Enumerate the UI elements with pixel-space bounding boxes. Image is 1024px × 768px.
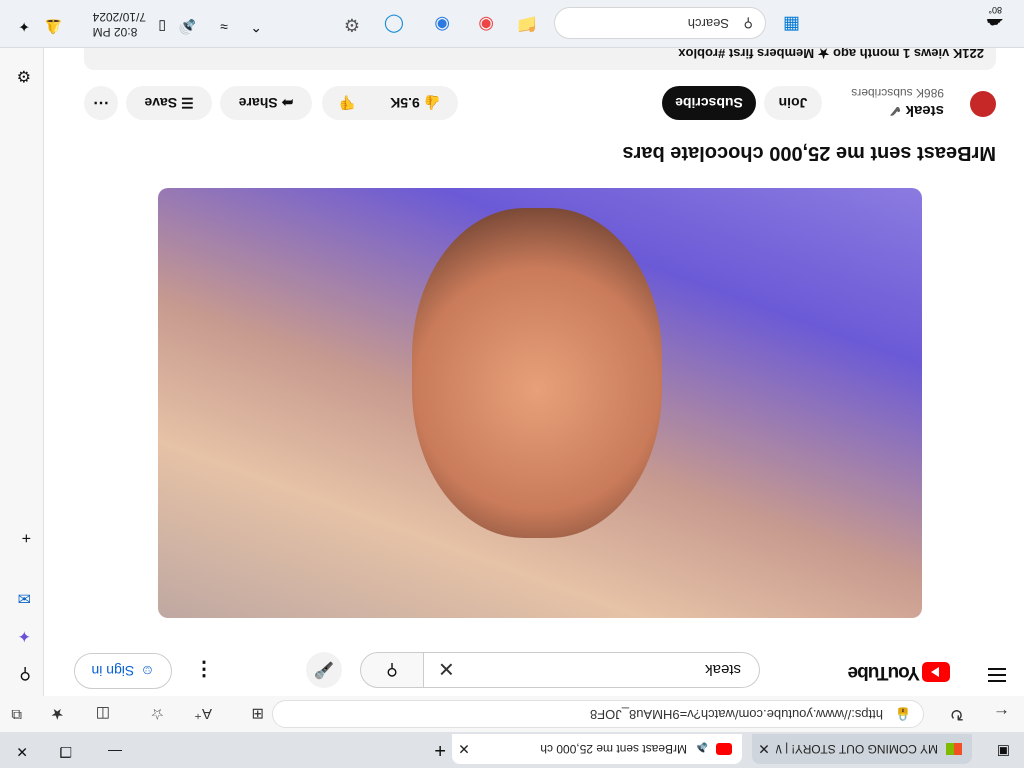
channel-avatar[interactable] bbox=[970, 91, 996, 117]
windows-favicon-icon bbox=[946, 743, 962, 755]
read-aloud-icon[interactable]: A⁺ bbox=[194, 705, 212, 723]
weather-temp: 80° bbox=[988, 5, 1002, 15]
favorites-icon[interactable]: ★ bbox=[51, 705, 64, 723]
edge-sidebar: ⚲ ✦ ✉ + ⚙ bbox=[0, 46, 44, 696]
file-explorer-icon[interactable]: 📁 bbox=[516, 14, 538, 35]
channel-name[interactable]: steak ✔ bbox=[889, 102, 944, 120]
start-windows-icon[interactable]: ▦ bbox=[783, 14, 800, 35]
youtube-favicon-icon bbox=[716, 743, 732, 755]
more-actions-button[interactable]: ⋯ bbox=[84, 86, 118, 120]
lock-icon: 🔒 bbox=[894, 707, 911, 722]
youtube-logo[interactable]: YouTube bbox=[849, 661, 950, 683]
minimize-button[interactable]: — bbox=[108, 744, 122, 760]
search-input[interactable]: steak ✕ bbox=[424, 652, 760, 688]
subscribe-button[interactable]: Subscribe bbox=[662, 86, 756, 120]
join-button[interactable]: Join bbox=[764, 86, 822, 120]
volume-icon[interactable]: 🔊 bbox=[179, 18, 196, 35]
thumbs-up-icon: 👍 bbox=[423, 95, 442, 112]
add-sidebar-app-icon[interactable]: + bbox=[22, 528, 31, 546]
url-field[interactable]: 🔒 https://www.youtube.com/watch?v=9HMAu8… bbox=[272, 700, 924, 728]
tab-mrbeast-video[interactable]: 🔈 MrBeast sent me 25,000 ch ✕ bbox=[452, 734, 742, 764]
close-tab-icon[interactable]: ✕ bbox=[452, 741, 476, 758]
youtube-logo-text: YouTube bbox=[848, 662, 920, 683]
clear-search-icon[interactable]: ✕ bbox=[438, 656, 455, 681]
new-tab-button[interactable]: + bbox=[434, 739, 446, 761]
microphone-icon: 🎤 bbox=[314, 661, 334, 678]
url-text: https://www.youtube.com/watch?v=9HMAu8_J… bbox=[590, 707, 883, 722]
youtube-page: YouTube steak ✕ ⚲ 🎤 ⋮ ☺ Sign in MrBeast … bbox=[44, 30, 1024, 696]
clock-time: 8:02 PM bbox=[92, 25, 138, 39]
taskbar-search-label: Search bbox=[687, 16, 729, 31]
taskbar-clock[interactable]: 8:02 PM 7/10/2024 bbox=[93, 9, 146, 39]
share-icon: ➦ bbox=[277, 95, 294, 112]
weather-icon[interactable]: ☁ bbox=[986, 14, 1004, 35]
search-sidebar-icon[interactable]: ⚲ bbox=[19, 664, 31, 684]
save-playlist-icon: ☰ bbox=[177, 95, 194, 112]
show-hidden-icons-chevron[interactable]: ⌃ bbox=[250, 18, 262, 35]
windows-taskbar: ☁ 80° ▦ ⚲ Search 📁 ◉ ◉ ◯ ⚙ ⌃ ≈ 🔊 ▯ 8:02 … bbox=[0, 0, 1024, 48]
copilot-taskbar-icon[interactable]: ✦ bbox=[18, 18, 30, 35]
close-tab-icon[interactable]: ✕ bbox=[752, 741, 776, 758]
dislike-button[interactable]: 👎 bbox=[339, 95, 356, 112]
sign-in-label: Sign in bbox=[91, 663, 135, 679]
subscriber-count: 986K subscribers bbox=[851, 86, 944, 100]
video-player[interactable] bbox=[158, 188, 922, 618]
refresh-icon[interactable]: ↻ bbox=[950, 704, 964, 724]
tab-title: MrBeast sent me 25,000 ch bbox=[540, 742, 688, 756]
video-owner-row: steak ✔ 986K subscribers Join Subscribe … bbox=[56, 82, 996, 122]
battery-icon[interactable]: ▯ bbox=[158, 18, 166, 35]
speaker-icon[interactable]: 🔈 bbox=[693, 742, 708, 756]
menu-hamburger-icon[interactable] bbox=[988, 664, 1006, 682]
more-options-icon[interactable]: ⋮ bbox=[194, 657, 214, 682]
back-arrow-icon[interactable]: ← bbox=[993, 704, 1010, 724]
outlook-icon[interactable]: ✉ bbox=[18, 588, 31, 608]
taskbar-search[interactable]: ⚲ Search bbox=[554, 7, 766, 39]
close-window-button[interactable]: ✕ bbox=[16, 743, 28, 760]
share-button[interactable]: ➦ Share bbox=[220, 86, 312, 120]
thumbs-down-icon: 👎 bbox=[338, 95, 357, 112]
clock-date: 7/10/2024 bbox=[92, 10, 146, 24]
verified-icon: ✔ bbox=[888, 102, 902, 119]
youtube-header: YouTube steak ✕ ⚲ 🎤 ⋮ ☺ Sign in bbox=[44, 646, 1024, 696]
favorite-star-icon[interactable]: ☆ bbox=[151, 705, 164, 723]
address-bar: ← ↻ 🔒 https://www.youtube.com/watch?v=9H… bbox=[0, 695, 1024, 732]
search-bar: steak ✕ ⚲ bbox=[360, 652, 760, 688]
search-value: steak bbox=[705, 661, 741, 678]
chromium-icon[interactable]: ◉ bbox=[434, 14, 450, 35]
tab-actions-icon[interactable]: ▣ bbox=[997, 743, 1010, 760]
collections-icon[interactable]: ⧉ bbox=[11, 706, 22, 723]
settings-app-icon[interactable]: ⚙ bbox=[344, 14, 360, 35]
app-available-icon[interactable]: ⊞ bbox=[251, 705, 264, 723]
settings-gear-icon[interactable]: ⚙ bbox=[17, 66, 31, 86]
search-icon: ⚲ bbox=[743, 16, 753, 31]
chrome-icon[interactable]: ◉ bbox=[478, 14, 494, 35]
save-button[interactable]: ☰ Save bbox=[126, 86, 212, 120]
voice-search-button[interactable]: 🎤 bbox=[306, 652, 342, 688]
edge-browser-icon[interactable]: ◯ bbox=[384, 14, 404, 35]
split-screen-icon[interactable]: ◫ bbox=[96, 705, 110, 723]
like-dislike-group: 👍 9.5K 👎 bbox=[322, 86, 458, 120]
sign-in-button[interactable]: ☺ Sign in bbox=[74, 653, 172, 689]
copilot-icon[interactable]: ✦ bbox=[18, 626, 31, 646]
video-title: MrBeast sent me 25,000 chocolate bars bbox=[622, 142, 996, 164]
notification-bell-icon[interactable]: 🔔 bbox=[45, 18, 62, 35]
account-icon: ☺ bbox=[140, 663, 155, 679]
youtube-play-icon bbox=[922, 662, 950, 682]
tab-title: MY COMING OUT STORY! | Wat bbox=[776, 742, 938, 756]
network-icon[interactable]: ≈ bbox=[220, 19, 228, 35]
like-button[interactable]: 👍 9.5K bbox=[390, 95, 441, 112]
screen: ▣ MY COMING OUT STORY! | Wat ✕ 🔈 MrBeast… bbox=[0, 0, 1024, 768]
search-button[interactable]: ⚲ bbox=[360, 652, 424, 688]
search-icon: ⚲ bbox=[386, 661, 398, 678]
maximize-button[interactable]: ❐ bbox=[59, 743, 72, 760]
tab-coming-out-story[interactable]: MY COMING OUT STORY! | Wat ✕ bbox=[752, 734, 972, 764]
video-frame bbox=[412, 208, 662, 538]
tab-bar: ▣ MY COMING OUT STORY! | Wat ✕ 🔈 MrBeast… bbox=[0, 732, 1024, 768]
